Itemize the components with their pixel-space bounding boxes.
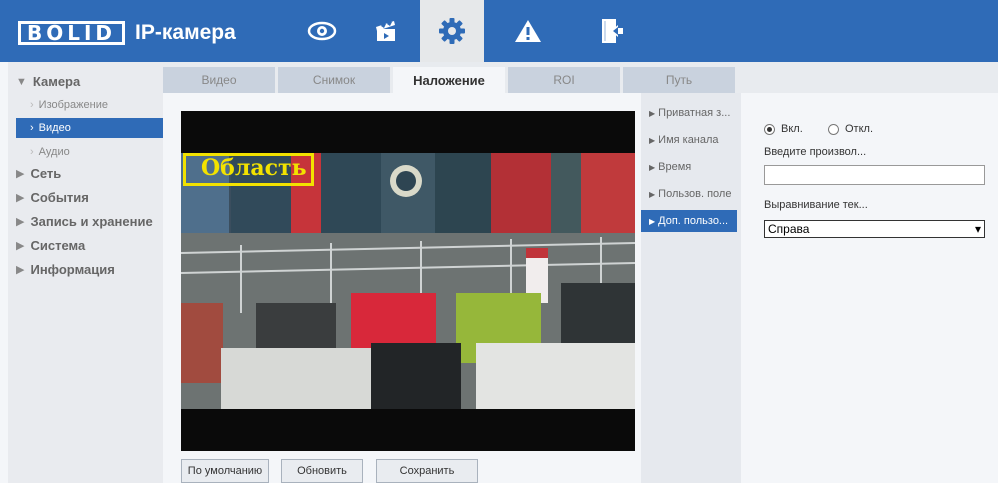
text-align-value: Справа [768,222,810,236]
radio-on-label: Вкл. [781,123,803,135]
camera-scene [181,153,635,409]
sidebar-item-camera[interactable]: ▼ Камера [16,74,80,89]
sidebar-item-label: Запись и хранение [30,214,153,229]
sidebar-item-label: Сеть [30,166,62,181]
caret-right-icon: ▶ [16,264,25,276]
triangle-bullet-icon: ▶ [649,190,656,199]
overlay-panel: Область ▶ Приватная з... ▶ Имя канала ▶ Вре… [163,93,998,483]
radio-unchecked-icon [828,123,839,135]
tab-overlay[interactable]: Наложение [393,67,505,93]
sidebar-item-label: События [30,190,89,205]
option-channel-name[interactable]: ▶ Имя канала [641,129,737,151]
sidebar-item-label: Информация [30,262,115,277]
sidebar-item-video[interactable]: › Видео [16,118,171,138]
option-custom-field[interactable]: ▶ Пользов. поле [641,183,737,205]
custom-text-input[interactable] [764,165,985,185]
brand-logo: BOLID IP-камера [18,20,236,46]
sidebar-item-events[interactable]: ▶ События [16,190,89,205]
logo-mark: BOLID [18,21,126,45]
clapperboard-icon [376,21,395,41]
option-label: Имя канала [658,134,719,146]
alarm-nav[interactable] [496,0,560,62]
video-preview[interactable]: Область [181,111,635,451]
top-header: BOLID IP-камера [0,0,998,62]
triangle-bullet-icon: ▶ [649,217,656,226]
tab-video[interactable]: Видео [163,67,275,93]
option-time[interactable]: ▶ Время [641,156,737,178]
chevron-right-icon: › [30,99,34,111]
option-label: Приватная з... [658,107,731,119]
option-privacy-mask[interactable]: ▶ Приватная з... [641,102,737,124]
radio-off[interactable]: Откл. [828,123,873,135]
sidebar-item-storage[interactable]: ▶ Запись и хранение [16,214,153,229]
sidebar-item-system[interactable]: ▶ Система [16,238,85,253]
sidebar-item-label: Видео [38,122,71,134]
warning-icon [515,20,541,42]
save-button[interactable]: Сохранить [376,459,478,483]
eye-icon [307,21,337,41]
overlay-options-list: ▶ Приватная з... ▶ Имя канала ▶ Время ▶ Поль… [641,93,741,483]
radio-checked-icon [764,123,775,135]
settings-nav[interactable] [420,0,484,62]
sidebar-item-network[interactable]: ▶ Сеть [16,166,61,181]
caret-down-icon: ▼ [16,75,27,88]
radio-on[interactable]: Вкл. [764,123,803,135]
live-view-nav[interactable] [290,0,354,62]
app-title: IP-камера [135,21,236,44]
overlay-region-label: Область [201,155,307,181]
chevron-right-icon: › [30,146,34,158]
triangle-bullet-icon: ▶ [649,163,656,172]
option-label: Время [658,161,692,173]
chevron-right-icon: › [30,122,34,134]
sidebar-item-label: Изображение [38,99,108,111]
tab-bar: Видео Снимок Наложение ROI Путь [163,67,738,93]
content-area: Видео Снимок Наложение ROI Путь Область … [163,62,998,483]
gear-icon [439,18,465,44]
playback-nav[interactable] [354,0,418,62]
triangle-bullet-icon: ▶ [649,136,656,145]
triangle-bullet-icon: ▶ [649,109,656,118]
default-button[interactable]: По умолчанию [181,459,269,483]
custom-text-label: Введите произвол... [764,146,867,158]
tab-path[interactable]: Путь [623,67,735,93]
tab-snapshot[interactable]: Снимок [278,67,390,93]
caret-right-icon: ▶ [16,168,25,180]
sidebar-item-label: Камера [32,74,81,89]
option-label: Пользов. поле [658,188,732,200]
option-extra-custom[interactable]: ▶ Доп. пользо... [641,210,737,232]
sidebar: ▼ Камера › Изображение › Видео › Аудио ▶ Се… [8,62,171,483]
sidebar-item-label: Система [30,238,86,253]
logout-nav[interactable] [580,0,644,62]
tab-roi[interactable]: ROI [508,67,620,93]
refresh-button[interactable]: Обновить [281,459,363,483]
sidebar-item-info[interactable]: ▶ Информация [16,262,115,277]
text-align-select[interactable]: Справа ▾ [764,220,985,238]
chevron-down-icon: ▾ [974,222,981,236]
sidebar-item-label: Аудио [38,146,70,158]
sidebar-item-audio[interactable]: › Аудио [30,142,70,162]
caret-right-icon: ▶ [16,192,25,204]
exit-icon [602,19,623,43]
caret-right-icon: ▶ [16,216,25,228]
text-align-label: Выравнивание тек... [764,199,868,211]
option-label: Доп. пользо... [658,215,729,227]
radio-off-label: Откл. [845,123,874,135]
sidebar-item-image[interactable]: › Изображение [30,95,108,115]
caret-right-icon: ▶ [16,240,25,252]
